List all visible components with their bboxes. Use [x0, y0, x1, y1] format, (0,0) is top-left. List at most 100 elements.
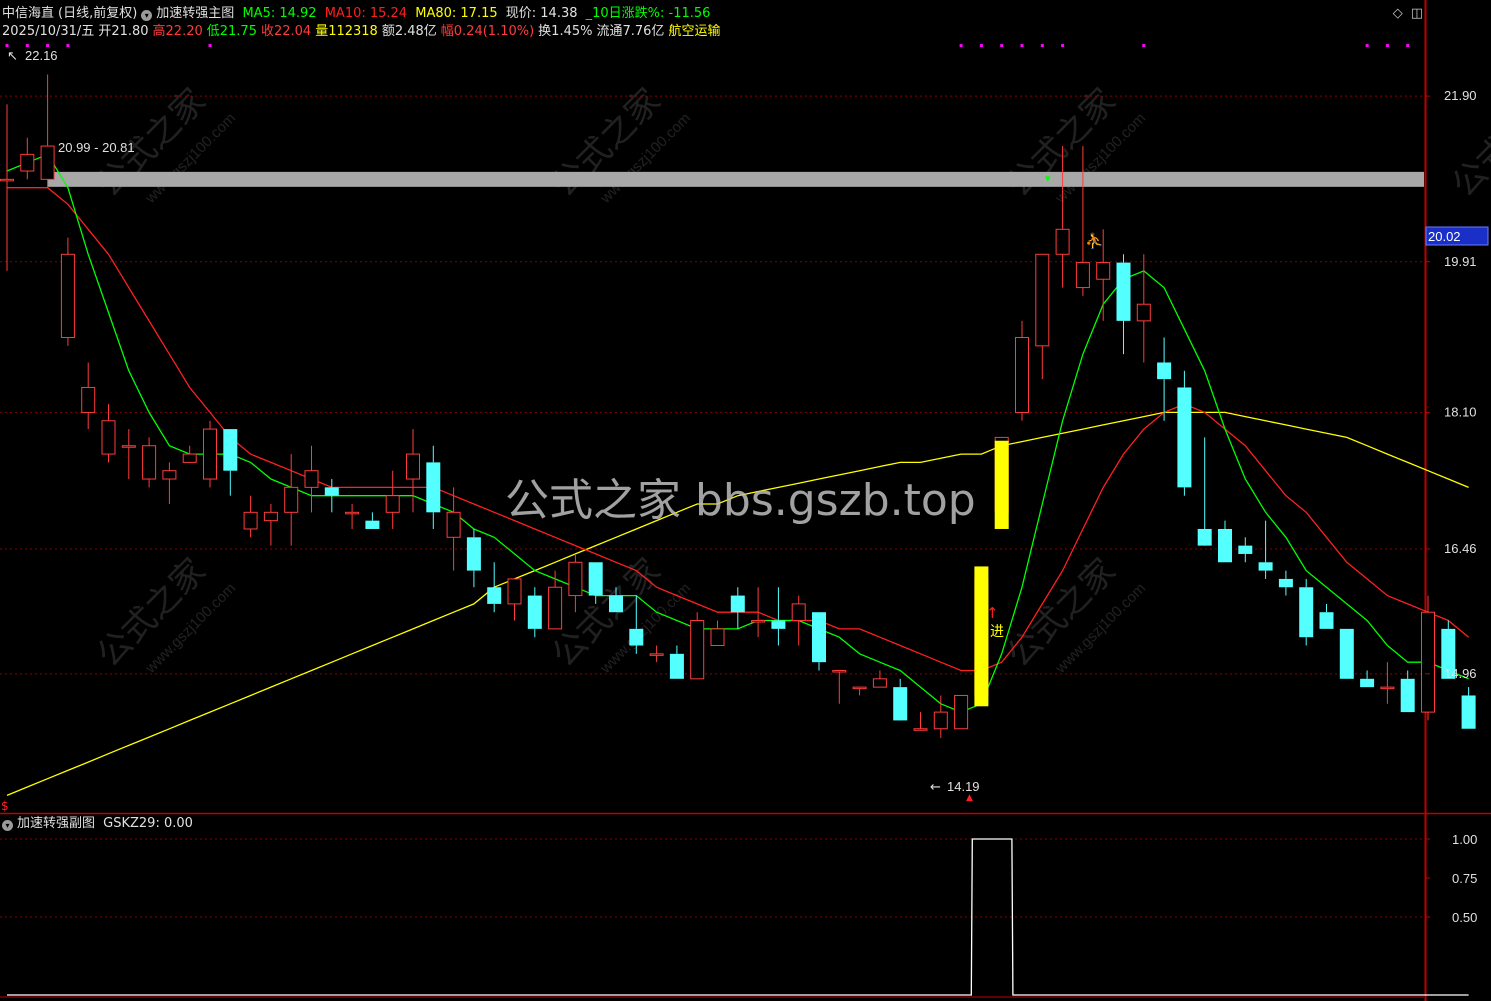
candle	[812, 612, 826, 671]
candle	[223, 429, 238, 496]
candle-body-up	[933, 711, 948, 730]
candle-body-up	[832, 669, 847, 673]
candle	[1218, 520, 1232, 563]
candle-body-up	[142, 445, 157, 480]
tick-label: 19.91	[1444, 254, 1477, 269]
candle-body-down	[1461, 695, 1476, 729]
candle	[1177, 370, 1192, 496]
signal-dot	[1020, 44, 1024, 47]
candle-body-down	[669, 653, 684, 679]
sell-signal-icon: $	[1, 799, 9, 813]
candle-body-up	[101, 420, 116, 455]
candle	[60, 237, 75, 346]
candle	[121, 429, 136, 480]
candle	[1157, 337, 1172, 421]
tick-label: 21.90	[1444, 88, 1477, 103]
signal-dot	[25, 44, 29, 47]
ma5-value: MA5: 14.92	[242, 6, 317, 21]
candle-body-up	[304, 470, 319, 488]
period-mode[interactable]: (日线,前复权)	[58, 6, 137, 21]
candle	[487, 562, 502, 613]
indicator-name[interactable]: 加速转强主图	[156, 6, 234, 21]
top-signal-dots	[5, 44, 1410, 47]
candle-body-down	[466, 537, 481, 571]
sub-tick-label: 0.50	[1452, 910, 1477, 925]
quote-amount: 额2.48亿	[381, 24, 437, 39]
candle-body-down	[1197, 528, 1212, 546]
high-marker-arrow: ↖	[7, 49, 18, 64]
candle-body-down	[1238, 545, 1253, 554]
candle-body-up	[162, 470, 177, 480]
sub-dropdown-icon[interactable]: ▾	[2, 820, 13, 831]
price-axis-ticks: 21.90 19.91 18.10 16.46 14.96 1.00 0.75 0.50	[1425, 88, 1477, 925]
signal-dot	[1365, 44, 1369, 47]
stock-name[interactable]: 中信海直	[2, 6, 54, 21]
peak-person-icon: ⛹	[1085, 231, 1104, 250]
signal-dot	[1385, 44, 1389, 47]
candle	[913, 712, 928, 731]
candle-body-up	[284, 486, 299, 513]
candle	[304, 445, 319, 513]
candle-body-down	[1177, 387, 1192, 488]
candle-body-up	[81, 386, 96, 413]
entry-arrow-icon: ↑	[986, 604, 999, 622]
low-marker-arrow: ←	[930, 780, 941, 795]
ma10-value: MA10: 15.24	[324, 6, 408, 21]
signal-dot	[1040, 44, 1044, 47]
window-icon[interactable]: ◫	[1411, 6, 1423, 21]
change-10d: _10日涨跌%: -11.56	[585, 6, 711, 21]
candle	[284, 454, 299, 546]
candle-body-up	[913, 728, 928, 731]
tick-label: 16.46	[1444, 541, 1477, 556]
candle	[1299, 578, 1314, 646]
dropdown-icon[interactable]: ▾	[141, 10, 153, 21]
ma80-value: MA80: 17.15	[415, 6, 498, 21]
candle	[852, 686, 867, 696]
candle	[730, 587, 745, 629]
sub-header: ▾ 加速转强副图 GSKZ29: 0.00	[2, 816, 197, 832]
candle-body-down	[812, 612, 826, 663]
candle	[710, 620, 725, 647]
low-marker: 14.19	[947, 779, 980, 794]
quote-turnover: 换1.45%	[538, 24, 593, 39]
quote-date: 2025/10/31/五	[2, 24, 95, 39]
candle	[548, 570, 563, 630]
candle-body-down	[1400, 678, 1415, 713]
candle	[1339, 628, 1354, 679]
candle-body-up	[1035, 253, 1050, 347]
sub-indicator-name[interactable]: 加速转强副图	[17, 816, 95, 831]
candle	[142, 437, 157, 488]
candle	[669, 645, 684, 679]
candle	[466, 528, 481, 588]
candle-body-up	[791, 603, 806, 622]
candle	[649, 645, 664, 663]
candle-body-down	[365, 520, 380, 529]
signal-dot	[66, 44, 70, 47]
watermark-tiles: 公式之家www.gszj100.com 公式之家www.gszj100.com 公式…	[89, 81, 1491, 678]
signal-dot	[979, 44, 983, 47]
candle-body-up	[872, 678, 887, 688]
candle	[243, 495, 258, 538]
band-label: 20.99 - 20.81	[58, 140, 135, 155]
sub-tick-label: 0.75	[1452, 871, 1477, 886]
candle	[1116, 254, 1131, 355]
candle-body-up	[649, 653, 664, 656]
candle	[446, 487, 461, 571]
candle	[426, 445, 441, 529]
candle	[345, 504, 360, 529]
candle-body-down	[629, 628, 644, 646]
candle	[1461, 687, 1476, 729]
candle	[182, 445, 197, 463]
candle	[1319, 603, 1334, 629]
watermark-tile: 公式之家www.gszj100.com	[544, 81, 694, 208]
candle	[406, 429, 420, 513]
candle-body-down	[1360, 678, 1375, 688]
candle-body-up	[852, 686, 867, 690]
diamond-icon[interactable]: ◇	[1393, 6, 1403, 21]
candle-body-down	[1258, 562, 1273, 571]
candle-body-down	[609, 595, 623, 613]
tick-label: 18.10	[1444, 404, 1477, 419]
candle	[527, 587, 542, 638]
quote-sector[interactable]: 航空运输	[668, 24, 720, 39]
candle-body-up	[954, 694, 969, 730]
